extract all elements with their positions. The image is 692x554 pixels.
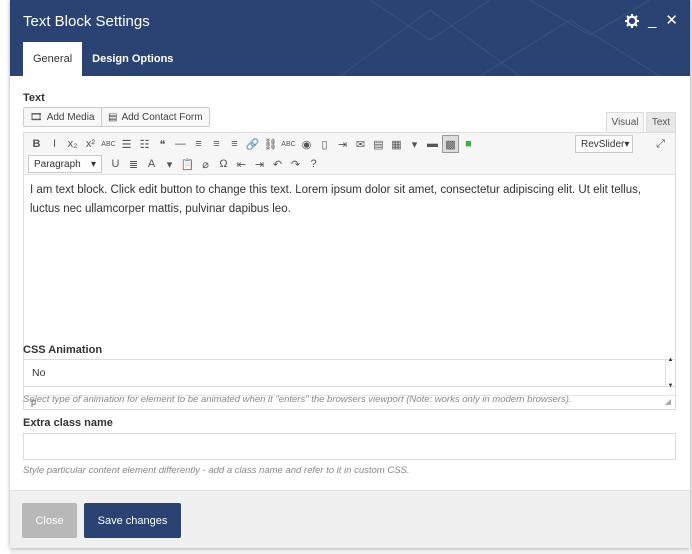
dialog-body: Text 🎞 Add Media ▤ Add Contact Form Visu…	[10, 76, 690, 490]
paste-text-icon[interactable]: 📋	[179, 155, 196, 173]
chevron-down-icon: ▾	[90, 158, 96, 170]
extra-class-label: Extra class name	[23, 417, 113, 429]
link-icon[interactable]: 🔗	[244, 135, 261, 153]
spellcheck-icon[interactable]: ABC	[280, 135, 297, 153]
color-square-icon[interactable]: ■	[460, 135, 477, 153]
background-page-edge-left	[0, 0, 10, 554]
css-animation-label: CSS Animation	[23, 344, 103, 356]
add-contact-form-label: Add Contact Form	[121, 111, 203, 123]
minimize-icon[interactable]: _	[648, 12, 656, 30]
globe-icon[interactable]: ◉	[298, 135, 315, 153]
add-media-label: Add Media	[46, 111, 95, 123]
paragraph-format-value: Paragraph	[34, 158, 81, 170]
text-block-settings-dialog: Text Block Settings _ ✕ General Design O…	[10, 0, 690, 548]
redo-icon[interactable]: ↷	[287, 155, 304, 173]
extra-class-help: Style particular content element differe…	[23, 465, 410, 476]
tab-text[interactable]: Text	[646, 112, 676, 132]
italic-icon[interactable]: I	[46, 135, 63, 153]
align-left-icon[interactable]: ≡	[190, 135, 207, 153]
bullet-list-icon[interactable]: ☰	[118, 135, 135, 153]
undo-icon[interactable]: ↶	[269, 155, 286, 173]
page-break-icon[interactable]: ▬	[424, 135, 441, 153]
toolbar-toggle-icon[interactable]: ▩	[442, 135, 459, 153]
special-char-icon[interactable]: Ω	[215, 155, 232, 173]
add-media-button[interactable]: 🎞 Add Media	[23, 107, 102, 127]
paragraph-format-select[interactable]: Paragraph ▾	[28, 155, 102, 173]
help-icon[interactable]: ?	[305, 155, 322, 173]
editor-toolbar: B Ix₂ x² ABC ☰ ☷ ❝ — ≡ ≡ ≡ 🔗 ⛓ ABC ◉ ▯ ⇥ ✉ ▤ ▦ ▾ ▬ ▩ ■ Paragrap…	[24, 133, 675, 175]
dialog-footer: Close Save changes	[10, 490, 690, 548]
horizontal-rule-icon[interactable]: —	[172, 135, 189, 153]
close-button[interactable]: Close	[22, 503, 77, 538]
dialog-title: Text Block Settings	[23, 13, 150, 30]
align-right-icon[interactable]: ≡	[226, 135, 243, 153]
chevron-down-icon: ▾	[624, 138, 630, 150]
blockquote-icon[interactable]: ❝	[154, 135, 171, 153]
table-icon[interactable]: ▦	[388, 135, 405, 153]
tab-general[interactable]: General	[23, 42, 83, 76]
mail-icon[interactable]: ✉	[352, 135, 369, 153]
revslider-value: RevSlider	[581, 138, 625, 150]
css-animation-value: No	[32, 367, 46, 379]
css-animation-select[interactable]: No ▲ ▼	[23, 357, 676, 389]
superscript-icon[interactable]: x²	[82, 135, 99, 153]
toolbar-row-1: B Ix₂ x² ABC ☰ ☷ ❝ — ≡ ≡ ≡ 🔗 ⛓ ABC ◉ ▯ ⇥ ✉ ▤ ▦ ▾ ▬ ▩ ■	[28, 134, 478, 154]
numbered-list-icon[interactable]: ☷	[136, 135, 153, 153]
gear-icon[interactable]	[625, 14, 640, 28]
table-dropdown-icon[interactable]: ▾	[406, 135, 423, 153]
unlink-icon[interactable]: ⛓	[262, 135, 279, 153]
save-changes-button[interactable]: Save changes	[84, 503, 181, 538]
close-icon[interactable]: ✕	[665, 12, 678, 30]
tab-visual[interactable]: Visual	[606, 112, 644, 132]
dialog-header: Text Block Settings _ ✕ General Design O…	[10, 0, 690, 76]
tab-design-options[interactable]: Design Options	[82, 42, 183, 76]
paragraph-box-icon[interactable]: ▤	[370, 135, 387, 153]
fullscreen-icon[interactable]: ⤢	[652, 135, 669, 153]
insert-more-icon[interactable]: ⇥	[334, 135, 351, 153]
add-contact-form-button[interactable]: ▤ Add Contact Form	[101, 107, 210, 127]
bold-icon[interactable]: B	[28, 135, 45, 153]
select-arrows-icon: ▲ ▼	[665, 357, 675, 389]
outdent-icon[interactable]: ⇤	[233, 155, 250, 173]
indent-icon[interactable]: ⇥	[251, 155, 268, 173]
text-color-dropdown-icon[interactable]: ▾	[161, 155, 178, 173]
dialog-tabs: General Design Options	[23, 42, 183, 76]
clear-formatting-icon[interactable]: ⌀	[197, 155, 214, 173]
text-color-icon[interactable]: A	[143, 155, 160, 173]
justify-icon[interactable]: ≣	[125, 155, 142, 173]
media-icon: 🎞	[30, 111, 43, 123]
editor-content[interactable]: I am text block. Click edit button to ch…	[30, 181, 670, 219]
css-animation-help: Select type of animation for element to …	[23, 394, 572, 405]
underline-icon[interactable]: U	[107, 155, 124, 173]
form-icon: ▤	[108, 111, 118, 123]
subscript-icon[interactable]: x₂	[64, 135, 81, 153]
extra-class-input[interactable]	[23, 433, 676, 460]
toolbar-row-2: Paragraph ▾ U ≣ A ▾ 📋 ⌀ Ω ⇤ ⇥ ↶ ↷?	[28, 154, 323, 174]
header-controls: _ ✕	[625, 12, 678, 30]
strikethrough-icon[interactable]: ABC	[100, 135, 117, 153]
align-center-icon[interactable]: ≡	[208, 135, 225, 153]
bookmark-icon[interactable]: ▯	[316, 135, 333, 153]
text-field-label: Text	[23, 92, 45, 104]
revslider-select[interactable]: RevSlider ▾	[575, 135, 633, 153]
